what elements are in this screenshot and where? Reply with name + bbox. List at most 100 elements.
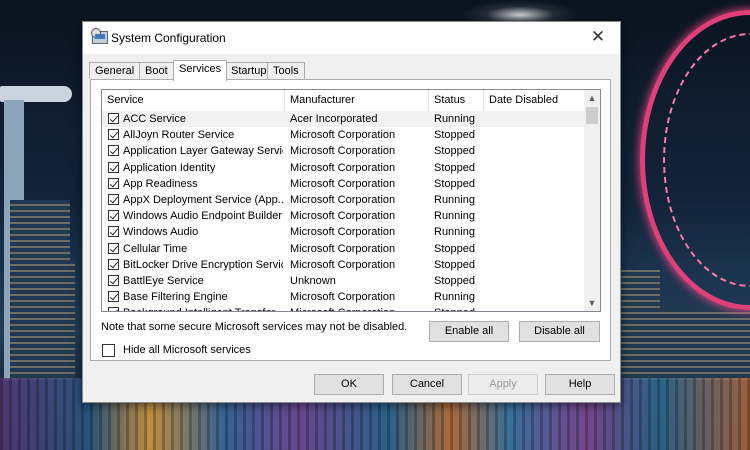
service-manufacturer: Unknown — [290, 274, 336, 287]
service-manufacturer: Microsoft Corporation — [290, 193, 396, 206]
service-checkbox[interactable] — [108, 291, 119, 303]
service-status: Stopped — [434, 145, 475, 158]
service-status: Running — [434, 210, 475, 223]
service-status: Running — [434, 291, 475, 304]
service-status: Stopped — [434, 274, 475, 287]
services-list[interactable]: Service Manufacturer Status Date Disable… — [101, 89, 601, 312]
cancel-button[interactable]: Cancel — [392, 374, 462, 395]
tab-boot[interactable]: Boot — [139, 62, 174, 79]
tab-startup[interactable]: Startup — [225, 62, 273, 79]
scroll-down-icon[interactable]: ▼ — [584, 295, 600, 311]
service-manufacturer: Microsoft Corporation — [290, 226, 396, 239]
service-manufacturer: Microsoft Corporation — [290, 161, 396, 174]
service-name: App Readiness — [123, 177, 198, 190]
secure-services-note: Note that some secure Microsoft services… — [101, 321, 408, 333]
service-status: Stopped — [434, 258, 475, 271]
service-status: Stopped — [434, 129, 475, 142]
service-row[interactable]: BitLocker Drive Encryption Service Micros… — [102, 257, 585, 273]
service-checkbox[interactable] — [108, 145, 119, 157]
service-checkbox[interactable] — [108, 307, 119, 311]
service-name: ACC Service — [123, 113, 186, 125]
service-row[interactable]: Windows Audio Endpoint Builder Microsoft … — [102, 208, 585, 224]
service-name: Base Filtering Engine — [123, 291, 228, 304]
service-checkbox[interactable] — [108, 177, 119, 189]
help-button[interactable]: Help — [545, 374, 615, 395]
disable-all-button[interactable]: Disable all — [519, 321, 600, 342]
hide-microsoft-services-label: Hide all Microsoft services — [123, 344, 251, 356]
service-name: Cellular Time — [123, 242, 188, 255]
service-checkbox[interactable] — [108, 258, 119, 270]
building-decoration — [620, 270, 660, 380]
column-header-service[interactable]: Service — [102, 90, 285, 111]
service-row[interactable]: Windows Audio Microsoft Corporation Runnin… — [102, 224, 585, 240]
service-checkbox[interactable] — [108, 210, 119, 222]
service-status: Stopped — [434, 305, 484, 311]
service-checkbox[interactable] — [108, 242, 119, 254]
ferris-wheel-decoration — [640, 10, 750, 310]
service-checkbox[interactable] — [108, 161, 119, 173]
hide-microsoft-services-checkbox[interactable] — [102, 344, 115, 357]
service-row[interactable]: Application Identity Microsoft Corporatio… — [102, 160, 585, 176]
service-status: Running — [434, 193, 475, 206]
service-name: BitLocker Drive Encryption Service — [123, 258, 283, 271]
service-status: Stopped — [434, 161, 475, 174]
service-manufacturer: Acer Incorporated — [290, 113, 378, 125]
services-panel: Service Manufacturer Status Date Disable… — [90, 79, 611, 361]
service-name: AllJoyn Router Service — [123, 129, 235, 142]
service-manufacturer: Microsoft Corporation — [290, 305, 428, 311]
service-checkbox[interactable] — [108, 113, 119, 124]
service-manufacturer: Microsoft Corporation — [290, 242, 396, 255]
service-row[interactable]: BattlEye Service Unknown Stopped — [102, 273, 585, 289]
msconfig-icon — [91, 28, 108, 44]
service-name: Windows Audio Endpoint Builder — [123, 210, 282, 223]
service-status: Stopped — [434, 242, 475, 255]
service-checkbox[interactable] — [108, 193, 119, 205]
service-row[interactable]: Base Filtering Engine Microsoft Corporati… — [102, 289, 585, 305]
service-rows: ACC Service Acer Incorporated Running AllJo… — [102, 111, 585, 311]
service-manufacturer: Microsoft Corporation — [290, 129, 396, 142]
column-header-status[interactable]: Status — [429, 90, 484, 111]
service-manufacturer: Microsoft Corporation — [290, 145, 396, 158]
service-status: Running — [434, 226, 475, 239]
apply-button[interactable]: Apply — [468, 374, 538, 395]
service-name: Application Layer Gateway Service — [123, 145, 283, 158]
system-configuration-window: System Configuration ✕ General Boot Serv… — [82, 21, 621, 403]
service-manufacturer: Microsoft Corporation — [290, 210, 396, 223]
service-row[interactable]: Background Intelligent Transfer ... Micro… — [102, 305, 585, 311]
service-manufacturer: Microsoft Corporation — [290, 291, 396, 304]
list-header: Service Manufacturer Status Date Disable… — [102, 90, 585, 112]
service-row[interactable]: AllJoyn Router Service Microsoft Corporat… — [102, 127, 585, 143]
service-row[interactable]: ACC Service Acer Incorporated Running — [102, 111, 585, 128]
service-checkbox[interactable] — [108, 226, 119, 238]
enable-all-button[interactable]: Enable all — [429, 321, 509, 342]
vertical-scrollbar[interactable]: ▲ ▼ — [584, 90, 600, 311]
scroll-thumb[interactable] — [586, 107, 598, 124]
service-checkbox[interactable] — [108, 274, 119, 286]
service-name: AppX Deployment Service (App... — [123, 193, 283, 206]
building-decoration — [20, 260, 75, 380]
building-decoration — [660, 310, 750, 380]
service-status: Stopped — [434, 177, 475, 190]
service-row[interactable]: Application Layer Gateway Service Microso… — [102, 143, 585, 159]
service-checkbox[interactable] — [108, 129, 119, 141]
service-name: BattlEye Service — [123, 274, 204, 287]
service-name: Background Intelligent Transfer ... — [123, 305, 283, 311]
tab-services[interactable]: Services — [173, 60, 228, 81]
service-row[interactable]: Cellular Time Microsoft Corporation Stoppe… — [102, 241, 585, 257]
service-status: Running — [434, 113, 475, 125]
tab-general[interactable]: General — [89, 62, 141, 79]
column-header-date-disabled[interactable]: Date Disabled — [484, 90, 585, 111]
ok-button[interactable]: OK — [314, 374, 384, 395]
title-bar: System Configuration ✕ — [83, 22, 620, 54]
tab-tools[interactable]: Tools — [267, 62, 305, 79]
close-icon[interactable]: ✕ — [576, 22, 620, 54]
scroll-up-icon[interactable]: ▲ — [584, 90, 600, 106]
service-row[interactable]: AppX Deployment Service (App... Microsoft… — [102, 192, 585, 208]
service-row[interactable]: App Readiness Microsoft Corporation Stoppe… — [102, 176, 585, 192]
service-name: Windows Audio — [123, 226, 199, 239]
service-manufacturer: Microsoft Corporation — [290, 177, 396, 190]
service-manufacturer: Microsoft Corporation — [290, 258, 396, 271]
service-name: Application Identity — [123, 161, 216, 174]
window-title: System Configuration — [111, 31, 226, 45]
column-header-manufacturer[interactable]: Manufacturer — [285, 90, 429, 111]
